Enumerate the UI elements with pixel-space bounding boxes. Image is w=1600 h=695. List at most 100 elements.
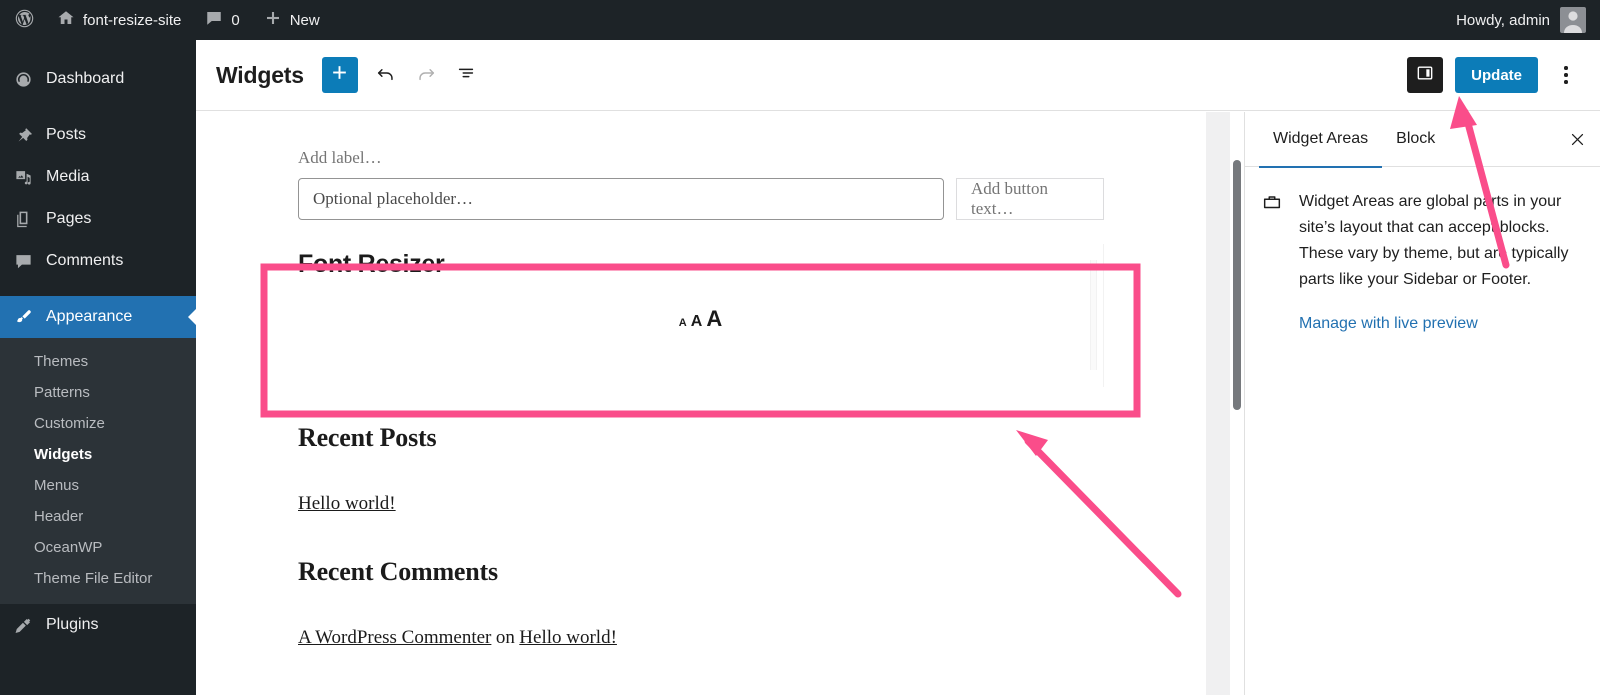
tab-widget-areas[interactable]: Widget Areas bbox=[1259, 112, 1383, 168]
account-menu[interactable]: Howdy, admin bbox=[1444, 0, 1600, 40]
howdy-label: Howdy, admin bbox=[1456, 11, 1550, 29]
submenu-item-menus[interactable]: Menus bbox=[0, 470, 196, 501]
redo-arrow-icon bbox=[415, 62, 437, 89]
sidebar-top-spacer bbox=[0, 40, 196, 58]
appearance-submenu: Themes Patterns Customize Widgets Menus … bbox=[0, 338, 196, 604]
font-resizer-inner-scrollbar[interactable] bbox=[1090, 260, 1097, 370]
plug-icon bbox=[12, 614, 34, 636]
list-view-button[interactable] bbox=[446, 55, 486, 95]
sidebar-item-appearance[interactable]: Appearance bbox=[0, 296, 196, 338]
search-label-placeholder[interactable]: Add label… bbox=[298, 148, 1104, 168]
plus-icon bbox=[330, 63, 349, 87]
comment-separator: on bbox=[495, 627, 515, 648]
comment-post-link[interactable]: Hello world! bbox=[519, 627, 617, 648]
submenu-item-widgets[interactable]: Widgets bbox=[0, 439, 196, 470]
sidebar-item-label: Comments bbox=[46, 252, 124, 269]
more-options-button[interactable] bbox=[1548, 57, 1584, 93]
list-view-icon bbox=[455, 62, 477, 89]
search-input-placeholder: Optional placeholder… bbox=[313, 189, 474, 208]
comments-count: 0 bbox=[231, 11, 240, 29]
settings-sidebar-toggle[interactable] bbox=[1407, 57, 1444, 93]
update-button[interactable]: Update bbox=[1455, 57, 1538, 93]
widget-areas-description: Widget Areas are global parts in your si… bbox=[1299, 193, 1569, 288]
media-icon bbox=[12, 166, 34, 188]
pages-icon bbox=[12, 208, 34, 230]
recent-comments-list: A WordPress Commenter on Hello world! bbox=[298, 627, 1104, 649]
tab-block[interactable]: Block bbox=[1382, 112, 1449, 167]
font-size-small-button[interactable]: A bbox=[679, 317, 687, 329]
editor-toolbar: Widgets Update bbox=[196, 40, 1600, 111]
undo-button[interactable] bbox=[366, 55, 406, 95]
wp-admin-bar: font-resize-site 0 New Howdy, admin bbox=[0, 0, 1600, 40]
dashboard-icon bbox=[12, 68, 34, 90]
plus-icon bbox=[264, 9, 282, 31]
new-content-label: New bbox=[289, 11, 320, 29]
sidebar-item-pages[interactable]: Pages bbox=[0, 198, 196, 240]
undo-arrow-icon bbox=[375, 62, 397, 89]
search-block[interactable]: Add label… Optional placeholder… Add but… bbox=[298, 148, 1104, 220]
font-size-controls[interactable]: A A A bbox=[679, 306, 722, 332]
recent-posts-list: Hello world! bbox=[298, 493, 1104, 515]
widgets-editor: Widgets Update Add label… Optional place… bbox=[196, 40, 1600, 695]
close-settings-button[interactable] bbox=[1554, 112, 1600, 167]
font-size-large-button[interactable]: A bbox=[706, 306, 722, 332]
redo-button[interactable] bbox=[406, 55, 446, 95]
settings-tablist: Widget Areas Block bbox=[1245, 112, 1600, 168]
sidebar-item-media[interactable]: Media bbox=[0, 156, 196, 198]
comment-bubble-icon bbox=[12, 250, 34, 272]
manage-live-preview-link[interactable]: Manage with live preview bbox=[1299, 315, 1580, 333]
sidebar-item-posts[interactable]: Posts bbox=[0, 114, 196, 156]
sidebar-item-comments[interactable]: Comments bbox=[0, 240, 196, 282]
comment-bubble-icon bbox=[205, 9, 223, 31]
new-content-button[interactable]: New bbox=[252, 0, 332, 40]
settings-sidebar: Widget Areas Block Widget Areas are glob… bbox=[1244, 112, 1600, 695]
avatar bbox=[1560, 7, 1586, 33]
widget-areas-panel: Widget Areas are global parts in your si… bbox=[1245, 167, 1600, 333]
sidebar-item-label: Media bbox=[46, 168, 90, 185]
wordpress-logo-button[interactable] bbox=[0, 0, 45, 40]
pin-icon bbox=[12, 124, 34, 146]
search-input[interactable]: Optional placeholder… bbox=[298, 178, 944, 220]
widget-area-content: Add label… Optional placeholder… Add but… bbox=[196, 112, 1206, 649]
recent-post-link[interactable]: Hello world! bbox=[298, 493, 396, 514]
recent-comments-heading: Recent Comments bbox=[298, 557, 498, 586]
comments-button[interactable]: 0 bbox=[193, 0, 251, 40]
sidebar-item-dashboard[interactable]: Dashboard bbox=[0, 58, 196, 100]
canvas-scrollbar-thumb[interactable] bbox=[1233, 160, 1241, 410]
page-title: Widgets bbox=[216, 61, 304, 88]
vertical-ellipsis-icon bbox=[1564, 66, 1568, 84]
submenu-item-header[interactable]: Header bbox=[0, 501, 196, 532]
add-block-button[interactable] bbox=[321, 57, 358, 93]
search-block-row: Optional placeholder… Add button text… bbox=[298, 178, 1104, 220]
submenu-item-themes[interactable]: Themes bbox=[0, 346, 196, 377]
search-button-placeholder: Add button text… bbox=[971, 179, 1048, 218]
editor-canvas-area: Add label… Optional placeholder… Add but… bbox=[196, 112, 1230, 695]
search-button-placeholder-field[interactable]: Add button text… bbox=[956, 178, 1104, 220]
sidebar-item-label: Appearance bbox=[46, 308, 133, 325]
recent-posts-heading: Recent Posts bbox=[298, 423, 437, 452]
widget-area-icon bbox=[1261, 189, 1285, 333]
widget-areas-text-wrap: Widget Areas are global parts in your si… bbox=[1299, 189, 1580, 333]
font-size-medium-button[interactable]: A bbox=[691, 313, 703, 331]
home-icon bbox=[57, 9, 75, 31]
font-resizer-block[interactable]: Font Resizer A A A bbox=[298, 244, 1104, 387]
sidebar-item-plugins[interactable]: Plugins bbox=[0, 604, 196, 646]
editor-canvas: Add label… Optional placeholder… Add but… bbox=[196, 112, 1206, 695]
site-name-button[interactable]: font-resize-site bbox=[45, 0, 193, 40]
sidebar-item-label: Posts bbox=[46, 126, 87, 143]
paintbrush-icon bbox=[12, 306, 34, 328]
submenu-item-oceanwp[interactable]: OceanWP bbox=[0, 532, 196, 563]
site-name-label: font-resize-site bbox=[83, 11, 182, 29]
sidebar-item-label: Pages bbox=[46, 210, 92, 227]
submenu-item-customize[interactable]: Customize bbox=[0, 408, 196, 439]
submenu-item-theme-file-editor[interactable]: Theme File Editor bbox=[0, 563, 196, 594]
comment-author-link[interactable]: A WordPress Commenter bbox=[298, 627, 491, 648]
font-resizer-title: Font Resizer bbox=[298, 250, 445, 278]
canvas-scrollbar-track[interactable] bbox=[1230, 112, 1244, 695]
update-button-label: Update bbox=[1471, 66, 1522, 84]
wp-admin-screen: font-resize-site 0 New Howdy, admin Dash… bbox=[0, 0, 1600, 695]
close-icon bbox=[1571, 133, 1583, 145]
wordpress-logo-icon bbox=[14, 8, 35, 33]
submenu-item-patterns[interactable]: Patterns bbox=[0, 377, 196, 408]
sidebar-item-label: Plugins bbox=[46, 616, 99, 633]
